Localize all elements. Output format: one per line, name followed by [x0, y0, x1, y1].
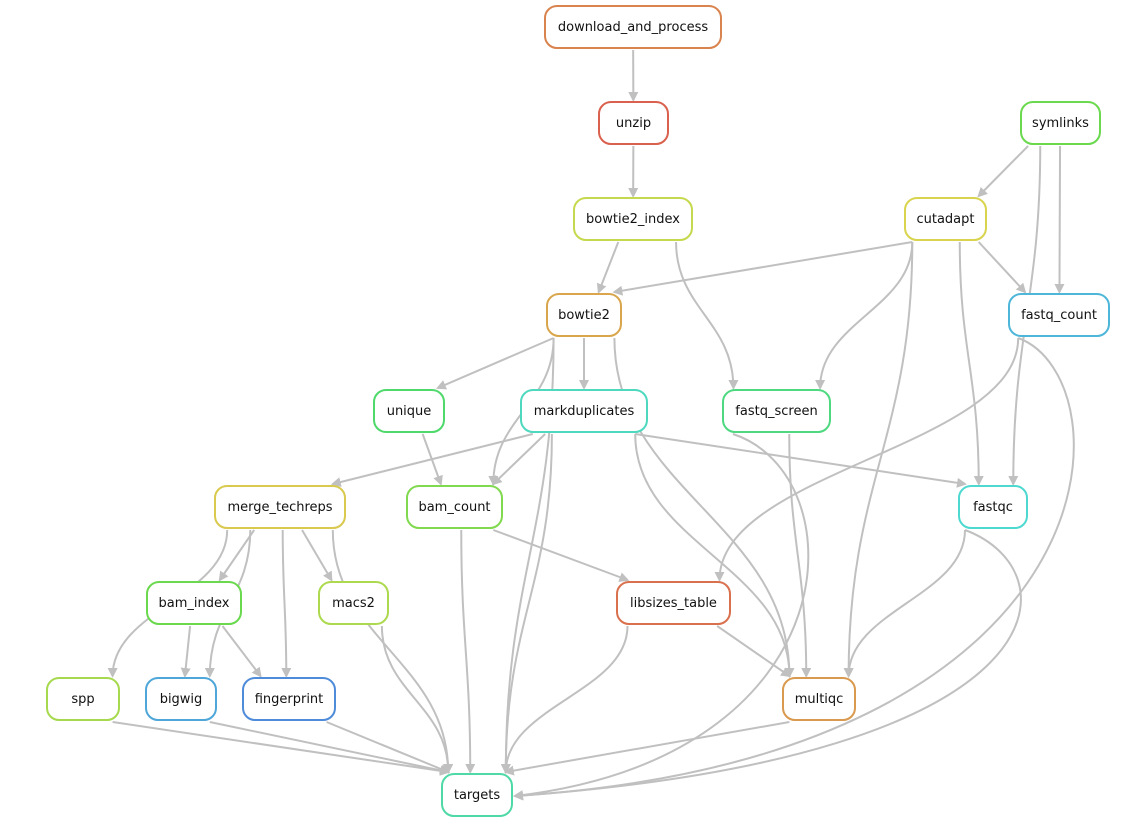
node-bowtie2-index[interactable]: bowtie2_index	[573, 197, 693, 241]
edge-fastqc-to-multiqc	[843, 529, 966, 678]
node-download-and-process[interactable]: download_and_process	[544, 5, 722, 49]
node-fastq-count[interactable]: fastq_count	[1008, 293, 1110, 337]
edge-macs2-to-targets	[380, 625, 454, 774]
edge-libsizes_table-to-multiqc	[716, 625, 792, 678]
edge-symlinks-to-fastq_count	[1054, 145, 1065, 294]
edge-markduplicates-to-targets	[500, 433, 553, 774]
node-fastqc[interactable]: fastqc	[958, 485, 1028, 529]
edge-cutadapt-to-bowtie2	[612, 241, 913, 296]
edge-bowtie2-to-unique	[435, 337, 554, 390]
edge-markduplicates-to-multiqc	[634, 433, 795, 678]
edge-bam_index-to-bigwig	[180, 625, 192, 678]
edge-cutadapt-to-fastq_count	[977, 241, 1027, 294]
node-bam-count[interactable]: bam_count	[406, 485, 503, 529]
node-bam-index[interactable]: bam_index	[146, 581, 242, 625]
edge-merge_techreps-to-targets	[331, 529, 454, 774]
edge-fingerprint-to-targets	[326, 721, 451, 774]
node-spp[interactable]: spp	[46, 677, 120, 721]
edge-spp-to-targets	[112, 721, 451, 776]
node-bowtie2[interactable]: bowtie2	[546, 293, 622, 337]
edge-multiqc-to-targets	[503, 721, 790, 776]
node-symlinks[interactable]: symlinks	[1020, 101, 1101, 145]
edge-bowtie2_index-to-fastq_screen	[675, 241, 739, 390]
node-unique[interactable]: unique	[373, 389, 445, 433]
node-fingerprint[interactable]: fingerprint	[242, 677, 336, 721]
node-unzip[interactable]: unzip	[598, 101, 669, 145]
node-merge-techreps[interactable]: merge_techreps	[214, 485, 346, 529]
edge-cutadapt-to-fastqc	[958, 241, 984, 486]
node-cutadapt[interactable]: cutadapt	[904, 197, 987, 241]
edge-bam_count-to-targets	[460, 529, 476, 774]
edge-symlinks-to-cutadapt	[977, 145, 1029, 198]
edge-cutadapt-to-multiqc	[843, 241, 914, 678]
node-macs2[interactable]: macs2	[318, 581, 389, 625]
edge-fastq_screen-to-multiqc	[788, 433, 812, 678]
node-fastq-screen[interactable]: fastq_screen	[722, 389, 831, 433]
edge-fastq_count-to-libsizes_table	[714, 337, 1020, 582]
edge-markduplicates-to-merge_techreps	[330, 433, 534, 487]
edge-merge_techreps-to-macs2	[301, 529, 333, 582]
edge-cutadapt-to-fastq_screen	[815, 241, 914, 390]
edge-bam_count-to-libsizes_table	[492, 529, 630, 582]
edge-merge_techreps-to-fingerprint	[281, 529, 292, 678]
edge-bigwig-to-targets	[209, 721, 451, 776]
node-libsizes-table[interactable]: libsizes_table	[616, 581, 731, 625]
edge-markduplicates-to-fastqc	[635, 433, 967, 488]
edge-bam_index-to-fingerprint	[221, 625, 262, 678]
node-targets[interactable]: targets	[441, 773, 513, 817]
edge-bowtie2_index-to-bowtie2	[596, 241, 620, 294]
node-markduplicates[interactable]: markduplicates	[520, 389, 648, 433]
edge-libsizes_table-to-targets	[500, 625, 629, 774]
node-bigwig[interactable]: bigwig	[145, 677, 217, 721]
node-multiqc[interactable]: multiqc	[782, 677, 856, 721]
